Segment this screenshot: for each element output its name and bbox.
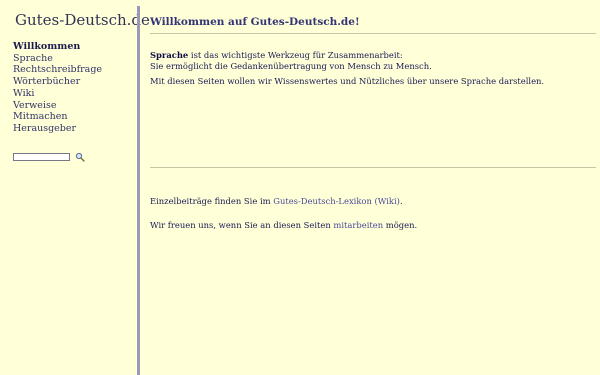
nav-item-herausgeber[interactable]: Herausgeber [13,123,102,135]
sidebar: Gutes-Deutsch.de Willkommen Sprache Rech… [0,0,150,375]
mission-paragraph: Mit diesen Seiten wollen wir Wissenswert… [150,76,545,86]
intro-bold-word: Sprache [150,50,189,60]
mitarbeiten-link[interactable]: mitarbeiten [333,220,383,230]
nav-item-wiki[interactable]: Wiki [13,88,102,100]
main-content: Willkommen auf Gutes-Deutsch.de! Sprache… [150,0,596,375]
intro-text: ist das wichtigste Werkzeug für Zusammen… [188,50,403,60]
intro-text-line2: Sie ermöglicht die Gedankenübertragung v… [150,60,432,71]
intro-paragraph: Sprache ist das wichtigste Werkzeug für … [150,50,432,71]
sidebar-divider [137,6,140,375]
site-title[interactable]: Gutes-Deutsch.de [15,11,150,29]
nav-item-woerterbuecher[interactable]: Wörterbücher [13,76,102,88]
nav-item-sprache[interactable]: Sprache [13,53,102,65]
nav-item-verweise[interactable]: Verweise [13,100,102,112]
wiki-lexicon-link[interactable]: Gutes-Deutsch-Lexikon (Wiki) [273,196,400,206]
top-rule [150,33,596,34]
wiki-text: Einzelbeiträge finden Sie im [150,196,274,206]
nav-item-willkommen[interactable]: Willkommen [13,41,102,53]
wiki-text-end: . [399,196,403,206]
search-icon[interactable] [75,152,85,162]
wiki-paragraph: Einzelbeiträge finden Sie im Gutes-Deuts… [150,196,403,207]
middle-rule [150,167,596,168]
sidebar-nav: Willkommen Sprache Rechtschreibfrage Wör… [13,41,102,135]
search-input[interactable] [13,153,70,161]
join-text: Wir freuen uns, wenn Sie an diesen Seite… [150,220,334,230]
nav-item-mitmachen[interactable]: Mitmachen [13,111,102,123]
join-paragraph: Wir freuen uns, wenn Sie an diesen Seite… [150,220,417,231]
page: Gutes-Deutsch.de Willkommen Sprache Rech… [0,0,600,375]
join-text-end: mögen. [383,220,418,230]
nav-item-rechtschreibfrage[interactable]: Rechtschreibfrage [13,64,102,76]
page-title: Willkommen auf Gutes-Deutsch.de! [150,16,360,28]
